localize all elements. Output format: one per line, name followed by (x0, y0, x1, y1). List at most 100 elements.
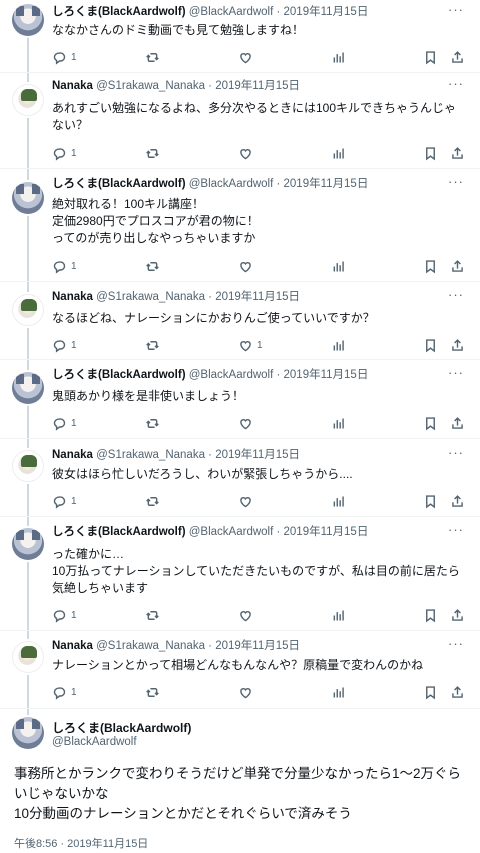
like-count: 1 (257, 339, 263, 351)
like-button[interactable] (238, 414, 257, 432)
reply-button[interactable]: 1 (52, 683, 77, 701)
views-button[interactable] (331, 683, 346, 701)
retweet-button[interactable] (145, 257, 164, 275)
avatar[interactable] (12, 182, 44, 214)
more-icon[interactable]: ··· (448, 2, 464, 17)
like-button[interactable] (238, 144, 257, 162)
retweet-button[interactable] (145, 414, 164, 432)
avatar[interactable] (12, 717, 44, 749)
views-button[interactable] (331, 48, 346, 66)
share-button[interactable] (450, 414, 465, 432)
reply-button[interactable]: 1 (52, 492, 77, 510)
author-meta[interactable]: @BlackAardwolf · 2019年11月15日 (189, 6, 369, 18)
retweet-button[interactable] (145, 144, 164, 162)
more-icon[interactable]: ··· (448, 174, 464, 189)
tweet-actions: 1 (52, 257, 466, 275)
more-icon[interactable]: ··· (448, 445, 464, 460)
bookmark-button[interactable] (423, 336, 438, 354)
like-button[interactable] (238, 606, 257, 624)
share-button[interactable] (450, 492, 465, 510)
bookmark-button[interactable] (423, 414, 438, 432)
tweet-header: しろくま(BlackAardwolf) @BlackAardwolf · 201… (52, 177, 368, 192)
like-icon (240, 496, 251, 507)
share-button[interactable] (450, 336, 465, 354)
bookmark-button[interactable] (423, 48, 438, 66)
retweet-button[interactable] (145, 48, 164, 66)
more-icon[interactable]: ··· (448, 287, 464, 302)
reply-button[interactable]: 1 (52, 48, 77, 66)
avatar[interactable] (12, 528, 44, 560)
tweet-timestamp[interactable]: 午後8:56 · 2019年11月15日 (14, 835, 148, 851)
author-name[interactable]: しろくま(BlackAardwolf) (52, 6, 186, 18)
share-button[interactable] (450, 606, 465, 624)
like-button[interactable] (238, 683, 257, 701)
author-meta[interactable]: @S1rakawa_Nanaka · 2019年11月15日 (96, 291, 300, 303)
author-meta[interactable]: @S1rakawa_Nanaka · 2019年11月15日 (96, 449, 300, 461)
reply-button[interactable]: 1 (52, 606, 77, 624)
tweet-text: あれすごい勉強になるよね、多分次やるときには100キルできちゃうんじゃない？ (52, 101, 457, 132)
avatar[interactable] (12, 372, 44, 404)
views-button[interactable] (331, 257, 346, 275)
bookmark-button[interactable] (423, 606, 438, 624)
avatar[interactable] (12, 84, 44, 116)
views-icon (333, 52, 344, 62)
bookmark-button[interactable] (423, 144, 438, 162)
share-icon (452, 50, 463, 63)
reply-count: 1 (71, 260, 77, 272)
reply-button[interactable]: 1 (52, 336, 77, 354)
views-button[interactable] (331, 144, 346, 162)
bookmark-icon (426, 494, 435, 508)
author-name[interactable]: しろくま(BlackAardwolf) (52, 178, 186, 190)
more-icon[interactable]: ··· (448, 365, 464, 380)
author-handle[interactable]: @BlackAardwolf (52, 736, 137, 748)
reply-button[interactable]: 1 (52, 144, 77, 162)
like-button[interactable]: 1 (238, 336, 263, 354)
like-button[interactable] (238, 492, 257, 510)
avatar[interactable] (12, 641, 44, 673)
author-meta[interactable]: @BlackAardwolf · 2019年11月15日 (189, 369, 369, 381)
author-name[interactable]: Nanaka (52, 80, 93, 92)
share-button[interactable] (450, 48, 465, 66)
views-button[interactable] (331, 606, 346, 624)
avatar[interactable] (12, 450, 44, 482)
author-name[interactable]: Nanaka (52, 449, 93, 461)
avatar[interactable] (12, 4, 44, 36)
share-button[interactable] (450, 683, 465, 701)
reply-count: 1 (71, 686, 77, 698)
bookmark-button[interactable] (423, 683, 438, 701)
author-name[interactable]: Nanaka (52, 291, 93, 303)
retweet-button[interactable] (145, 492, 164, 510)
retweet-button[interactable] (145, 336, 164, 354)
thread-connector (27, 484, 29, 526)
like-button[interactable] (238, 257, 257, 275)
author-meta[interactable]: @S1rakawa_Nanaka · 2019年11月15日 (96, 640, 300, 652)
bookmark-button[interactable] (423, 257, 438, 275)
author-name[interactable]: しろくま(BlackAardwolf) (52, 526, 186, 538)
tweet-text: った確かに… 10万払ってナレーションしていただきたいものですが、私は目の前に居… (52, 547, 460, 595)
author-meta[interactable]: @S1rakawa_Nanaka · 2019年11月15日 (96, 80, 300, 92)
avatar[interactable] (12, 294, 44, 326)
share-button[interactable] (450, 144, 465, 162)
retweet-button[interactable] (145, 683, 164, 701)
divider (0, 516, 480, 517)
views-icon (333, 340, 344, 350)
views-button[interactable] (331, 414, 346, 432)
author-name[interactable]: しろくま(BlackAardwolf) (52, 719, 191, 736)
author-name[interactable]: Nanaka (52, 640, 93, 652)
reply-button[interactable]: 1 (52, 257, 77, 275)
views-button[interactable] (331, 492, 346, 510)
author-meta[interactable]: @BlackAardwolf · 2019年11月15日 (189, 178, 369, 190)
like-button[interactable] (238, 48, 257, 66)
divider (0, 708, 480, 709)
more-icon[interactable]: ··· (448, 522, 464, 537)
bookmark-icon (426, 608, 435, 622)
views-button[interactable] (331, 336, 346, 354)
more-icon[interactable]: ··· (448, 76, 464, 91)
reply-button[interactable]: 1 (52, 414, 77, 432)
more-icon[interactable]: ··· (448, 636, 464, 651)
share-button[interactable] (450, 257, 465, 275)
author-name[interactable]: しろくま(BlackAardwolf) (52, 369, 186, 381)
bookmark-button[interactable] (423, 492, 438, 510)
author-meta[interactable]: @BlackAardwolf · 2019年11月15日 (189, 526, 369, 538)
retweet-button[interactable] (145, 606, 164, 624)
